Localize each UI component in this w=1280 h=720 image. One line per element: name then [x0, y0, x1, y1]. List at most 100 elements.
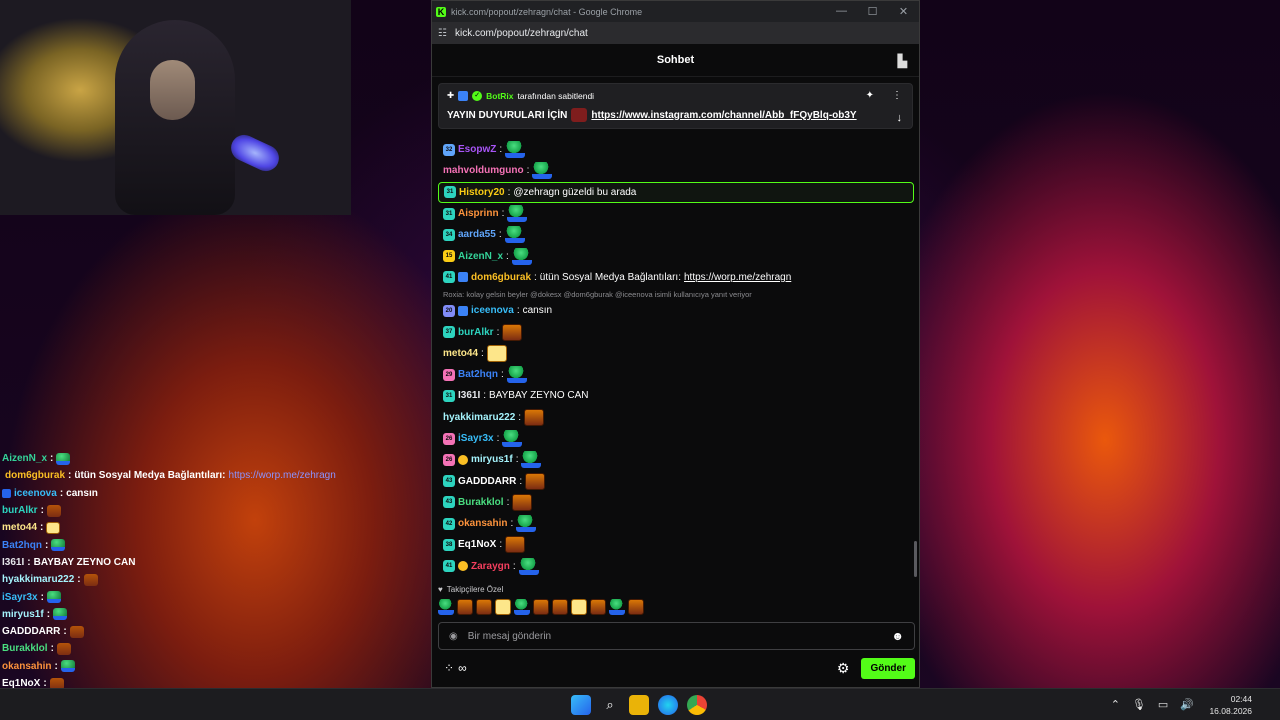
subscriber-badge[interactable]: 34: [443, 228, 455, 241]
subscriber-badge[interactable]: 41: [443, 271, 455, 284]
leaderboard-icon[interactable]: ▙: [898, 54, 907, 68]
chat-username[interactable]: mahvoldumguno: [443, 165, 524, 176]
subscriber-badge[interactable]: 43: [443, 496, 455, 509]
volume-icon[interactable]: 🔊: [1180, 698, 1194, 711]
pinned-bot-name[interactable]: BotRix: [486, 91, 513, 101]
pinned-link[interactable]: https://www.instagram.com/channel/Abb_fF…: [591, 110, 856, 121]
search-icon[interactable]: ⌕: [600, 695, 620, 715]
emote-picker-icon[interactable]: ◉: [449, 631, 458, 642]
subscriber-badge[interactable]: 31: [444, 186, 456, 199]
gift-badge-icon[interactable]: [458, 561, 468, 572]
quick-emote[interactable]: [514, 599, 530, 615]
unpin-icon[interactable]: ✦: [866, 90, 874, 101]
quick-emote[interactable]: [457, 599, 473, 615]
face-emote[interactable]: [505, 536, 526, 554]
chat-username[interactable]: hyakkimaru222: [443, 412, 515, 423]
quick-emote[interactable]: [476, 599, 492, 615]
chat-input-placeholder[interactable]: Bir mesaj gönderin: [468, 631, 551, 642]
clock[interactable]: 02:44 16.08.2026: [1209, 693, 1252, 717]
chat-message-link[interactable]: https://worp.me/zehragn: [684, 272, 791, 283]
pepe-emote[interactable]: [504, 226, 525, 244]
quick-emote[interactable]: [533, 599, 549, 615]
subscriber-badge[interactable]: 26: [443, 453, 455, 466]
pepe-emote[interactable]: [532, 162, 553, 180]
maximize-button[interactable]: ☐: [857, 5, 888, 18]
site-settings-icon[interactable]: ☷: [438, 28, 447, 39]
chat-username[interactable]: okansahin: [458, 518, 507, 529]
quick-emote[interactable]: [590, 599, 606, 615]
smiley-icon[interactable]: ☻: [891, 629, 904, 643]
gift-badge-icon[interactable]: [458, 454, 468, 465]
chat-username[interactable]: History20: [459, 187, 505, 198]
subscriber-badge[interactable]: 37: [443, 326, 455, 339]
windows-start-icon[interactable]: [571, 695, 591, 715]
pepe-emote[interactable]: [511, 247, 532, 265]
close-button[interactable]: ✕: [888, 5, 919, 18]
expand-down-icon[interactable]: ↓: [897, 112, 903, 124]
face-emote[interactable]: [525, 472, 546, 490]
subscriber-badge[interactable]: 38: [443, 538, 455, 551]
reply-context[interactable]: Roxia: kolay gelsin beyler @dokesx @dom6…: [438, 288, 914, 300]
doge-emote[interactable]: [486, 344, 507, 362]
quick-emote[interactable]: [609, 599, 625, 615]
chat-username[interactable]: burAlkr: [458, 327, 494, 338]
gear-icon[interactable]: ⚙: [837, 660, 850, 677]
subscriber-badge[interactable]: 31: [443, 207, 455, 220]
chat-input[interactable]: ◉ Bir mesaj gönderin ☻: [438, 622, 915, 650]
chevron-up-icon[interactable]: ⌃: [1111, 698, 1120, 711]
subscriber-badge[interactable]: 15: [443, 250, 455, 263]
chat-username[interactable]: AizenN_x: [458, 251, 503, 262]
send-button[interactable]: Gönder: [861, 657, 915, 679]
chat-username[interactable]: meto44: [443, 348, 478, 359]
pepe-emote[interactable]: [516, 515, 537, 533]
chat-username[interactable]: Burakklol: [458, 497, 504, 508]
quick-emote[interactable]: [495, 599, 511, 615]
subscriber-badge[interactable]: 43: [443, 475, 455, 488]
subscriber-badge[interactable]: 26: [443, 432, 455, 445]
quick-emote[interactable]: [571, 599, 587, 615]
chat-username[interactable]: GADDDARR: [458, 476, 516, 487]
chat-username[interactable]: iceenova: [471, 305, 514, 316]
face-emote[interactable]: [524, 408, 545, 426]
chat-username[interactable]: aarda55: [458, 229, 496, 240]
chat-username[interactable]: iSayr3x: [458, 433, 494, 444]
url-text[interactable]: kick.com/popout/zehragn/chat: [455, 28, 588, 39]
chat-username[interactable]: Eq1NoX: [458, 539, 496, 550]
chat-username[interactable]: EsopwZ: [458, 144, 496, 155]
chat-username[interactable]: I361I: [458, 390, 480, 401]
quick-emote[interactable]: [628, 599, 644, 615]
users-icon[interactable]: ⁘: [444, 661, 454, 675]
pepe-emote[interactable]: [521, 451, 542, 469]
chat-username[interactable]: dom6gburak: [471, 272, 531, 283]
chat-username[interactable]: Bat2hqn: [458, 369, 498, 380]
subscriber-badge[interactable]: 42: [443, 517, 455, 530]
subscriber-badge[interactable]: 29: [443, 368, 455, 381]
chat-username[interactable]: Zaraygn: [471, 561, 510, 572]
file-explorer-icon[interactable]: [629, 695, 649, 715]
moderator-badge-icon[interactable]: [458, 272, 468, 283]
address-bar[interactable]: ☷ kick.com/popout/zehragn/chat: [432, 22, 919, 44]
pepe-emote[interactable]: [507, 205, 528, 223]
subscriber-badge[interactable]: 31: [443, 389, 455, 402]
more-options-icon[interactable]: ⋮: [892, 90, 902, 101]
subscriber-badge[interactable]: 41: [443, 560, 455, 573]
minimize-button[interactable]: —: [826, 5, 857, 18]
chat-username[interactable]: miryus1f: [471, 454, 513, 465]
face-emote[interactable]: [512, 493, 533, 511]
quick-emote[interactable]: [438, 599, 454, 615]
chat-username[interactable]: Aisprinn: [458, 208, 499, 219]
face-emote[interactable]: [502, 323, 523, 341]
moderator-badge-icon[interactable]: [458, 305, 468, 316]
subscriber-badge[interactable]: 32: [443, 143, 455, 156]
pepe-emote[interactable]: [505, 141, 526, 159]
pepe-emote[interactable]: [518, 557, 539, 575]
infinity-icon[interactable]: ∞: [458, 661, 467, 675]
pepe-emote[interactable]: [506, 366, 527, 384]
network-icon[interactable]: ▭: [1158, 698, 1168, 711]
microphone-icon[interactable]: 🎙: [1132, 698, 1146, 711]
chat-scrollbar[interactable]: [914, 541, 917, 577]
edge-icon[interactable]: [658, 695, 678, 715]
quick-emote[interactable]: [552, 599, 568, 615]
chrome-icon[interactable]: [687, 695, 707, 715]
pepe-emote[interactable]: [502, 430, 523, 447]
